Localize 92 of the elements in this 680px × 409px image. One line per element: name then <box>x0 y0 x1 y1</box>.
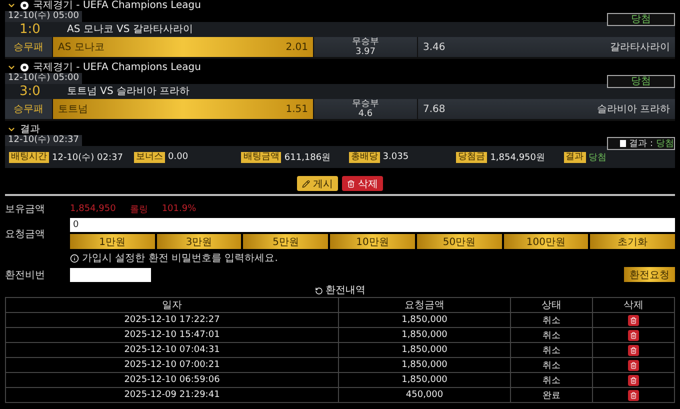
draw-odds-button[interactable]: 무승부 4.6 <box>314 99 417 119</box>
rolling-label: 롤링 <box>130 204 148 216</box>
amount-cell: 1,850,000 <box>338 358 510 372</box>
delete-row-button[interactable] <box>628 330 639 340</box>
status-cell: 취소 <box>510 358 592 372</box>
badge-value: 당첨 <box>656 138 674 150</box>
quick-amount-button[interactable]: 100만원 <box>504 234 588 249</box>
amount-cell: 1,850,000 <box>338 312 510 328</box>
match-teams: AS 모나코 VS 갈라타사라이 <box>67 23 193 37</box>
result-datetime: 12-10(수) 02:37 <box>5 135 82 146</box>
quick-amount-button[interactable]: 초기화 <box>590 234 675 249</box>
date-cell: 2025-12-10 06:59:06 <box>6 372 338 388</box>
amount-cell: 1,850,000 <box>338 372 510 388</box>
amount-cell: 450,000 <box>338 388 510 402</box>
chevron-down-icon[interactable] <box>7 63 16 72</box>
date-cell: 2025-12-10 17:22:27 <box>6 312 338 328</box>
result-checkbox[interactable] <box>620 140 626 147</box>
password-label: 환전비번 <box>5 268 46 282</box>
date-cell: 2025-12-10 07:00:21 <box>6 358 338 372</box>
quick-amount-button[interactable]: 50만원 <box>416 234 502 249</box>
trash-icon <box>347 180 355 188</box>
status-cell: 완료 <box>510 388 592 402</box>
status-cell: 취소 <box>510 312 592 328</box>
quick-amount-button[interactable]: 5만원 <box>243 234 328 249</box>
history-title: 환전내역 <box>326 285 366 297</box>
badge-label: 결과 : <box>629 138 653 150</box>
field-value: 12-10(수) 02:37 <box>52 152 123 164</box>
date-cell: 2025-12-10 07:04:31 <box>6 342 338 358</box>
chevron-down-icon[interactable] <box>7 1 16 10</box>
column-header: 삭제 <box>592 298 674 312</box>
delete-row-button[interactable] <box>628 314 639 326</box>
delete-row-button[interactable] <box>628 344 639 356</box>
match-score: 3:0 <box>18 84 42 99</box>
field-label: 당첨금 <box>456 152 488 162</box>
field-label: 배팅금액 <box>241 152 282 162</box>
home-odds-button[interactable]: 토트넘 1.51 <box>53 99 313 119</box>
field-value: 당첨 <box>588 152 607 164</box>
info-icon <box>70 254 79 262</box>
delete-row-button[interactable] <box>628 360 639 370</box>
password-notice: 가입시 설정한 환전 비밀번호를 입력하세요. <box>82 252 278 265</box>
field-value: 3.035 <box>382 152 409 162</box>
column-header: 요청금액 <box>338 298 510 312</box>
field-label: 보너스 <box>134 152 165 162</box>
date-cell: 2025-12-10 15:47:01 <box>6 328 338 342</box>
pencil-icon <box>302 180 310 188</box>
delete-row-button[interactable] <box>628 390 639 400</box>
quick-amount-button[interactable]: 3만원 <box>156 234 242 249</box>
delete-row-button[interactable] <box>628 374 639 386</box>
league-title: 국제경기 - UEFA Champions Leagu <box>33 0 201 11</box>
match-datetime: 12-10(수) 05:00 <box>5 11 82 22</box>
rolling-value: 101.9% <box>162 204 196 214</box>
away-odds-button[interactable]: 7.68 슬라비아 프라하 <box>418 99 675 119</box>
balance-value: 1,854,950 <box>70 204 116 214</box>
soccer-ball-icon <box>20 63 29 72</box>
refresh-icon[interactable] <box>314 287 322 295</box>
amount-input[interactable]: 0 <box>70 218 675 232</box>
post-button[interactable]: 게시 <box>297 176 338 191</box>
status-cell: 취소 <box>510 328 592 342</box>
balance-label: 보유금액 <box>5 203 46 216</box>
match-status: 당첨 <box>607 13 675 26</box>
field-label: 결과 <box>564 152 586 162</box>
result-title: 결과 <box>20 124 40 135</box>
date-cell: 2025-12-09 21:29:41 <box>6 388 338 402</box>
column-header: 일자 <box>6 298 338 312</box>
withdraw-request-button[interactable]: 환전요청 <box>624 267 675 282</box>
delete-button[interactable]: 삭제 <box>342 176 383 191</box>
match-datetime: 12-10(수) 05:00 <box>5 73 82 84</box>
match-score: 1:0 <box>18 22 42 37</box>
match-status: 당첨 <box>607 75 675 88</box>
field-value: 1,854,950원 <box>490 152 545 164</box>
market-label: 승무패 <box>5 37 52 57</box>
match-teams: 토트넘 VS 슬라비아 프라하 <box>67 85 190 99</box>
soccer-ball-icon <box>20 1 29 10</box>
amount-label: 요청금액 <box>5 228 46 240</box>
status-cell: 취소 <box>510 372 592 388</box>
league-title: 국제경기 - UEFA Champions Leagu <box>33 62 201 73</box>
field-value: 0.00 <box>168 152 188 162</box>
amount-cell: 1,850,000 <box>338 328 510 342</box>
draw-odds-button[interactable]: 무승부 3.97 <box>314 37 417 57</box>
status-cell: 취소 <box>510 342 592 358</box>
market-label: 승무패 <box>5 99 52 119</box>
password-input[interactable] <box>70 268 151 282</box>
quick-amount-button[interactable]: 1만원 <box>70 234 155 249</box>
away-odds-button[interactable]: 3.46 갈라타사라이 <box>418 37 675 57</box>
amount-cell: 1,850,000 <box>338 342 510 358</box>
chevron-down-icon[interactable] <box>7 125 16 134</box>
column-header: 상태 <box>510 298 592 312</box>
quick-amount-button[interactable]: 10만원 <box>330 234 415 249</box>
field-label: 총배당 <box>348 152 380 162</box>
field-label: 배팅시간 <box>9 152 49 162</box>
home-odds-button[interactable]: AS 모나코 2.01 <box>53 37 313 57</box>
field-value: 611,186원 <box>284 152 331 164</box>
